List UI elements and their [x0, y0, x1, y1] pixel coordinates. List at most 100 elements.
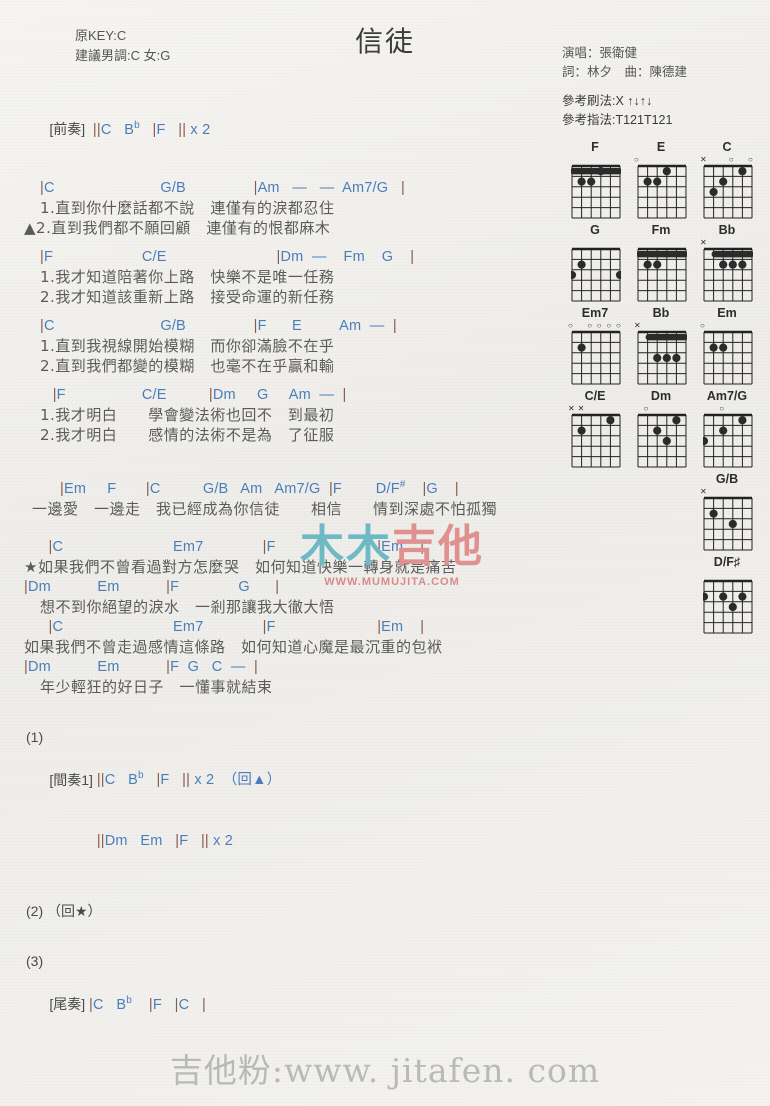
chord-open-mute-marks: ○	[696, 404, 758, 413]
verse1-lyric-a2: ▲2.直到我們都不願回顧 連僅有的恨都麻木	[24, 218, 331, 237]
chord-diagram-row: D/F♯	[564, 555, 764, 634]
open-string-icon: ○	[634, 155, 639, 164]
chord-diagram-label: Bb	[718, 223, 736, 237]
chord-fretboard-grid	[637, 330, 687, 385]
diagram-spacer	[564, 555, 626, 631]
muted-string-icon: ✕	[568, 404, 575, 413]
open-string-icon: ○	[587, 321, 593, 330]
chord-fretboard-grid	[571, 164, 621, 219]
chord-diagram-G-B: G/B ✕	[696, 472, 758, 551]
chord-diagram-label: Bb	[652, 306, 670, 320]
chorus-lyric-c: 如果我們不曾走過感情這條路 如何知道心魔是最沉重的包袱	[24, 637, 443, 656]
chord-diagram-Bb: Bb ✕	[696, 223, 758, 302]
play-technique-block: 參考刷法:X ↑↓↑↓ 參考指法:T121T121	[562, 92, 752, 130]
chord-diagram-Fm: Fm	[630, 223, 692, 302]
interlude-chords-1: ||C Bb |F || x 2 （回▲）	[96, 770, 282, 789]
outro-label: [尾奏]	[49, 996, 86, 1013]
open-string-icon: ○	[616, 321, 621, 330]
chord-diagram-row: G Fm Bb ✕	[564, 223, 764, 302]
chord-fretboard-grid	[703, 164, 753, 219]
chord-diagram-label: Em7	[581, 306, 609, 320]
chorus-chords-c: |C Em7 |F |Em |	[48, 618, 425, 635]
diagram-spacer	[630, 472, 692, 548]
open-string-icon: ○	[700, 321, 705, 330]
muted-string-icon: ✕	[700, 487, 707, 496]
chord-diagram-label: E	[656, 140, 666, 154]
repeat-marker-2: (2) （回★）	[26, 903, 102, 920]
open-string-icon: ○	[643, 404, 649, 413]
open-string-icon: ○	[606, 321, 612, 330]
chord-diagram-label: Fm	[651, 223, 671, 237]
chorus-chords-a: |C Em7 |F |Em |	[48, 538, 425, 555]
chord-diagram-row: Em7 ○ ○ ○ ○ ○ Bb ✕ Em ○	[564, 306, 764, 385]
chord-open-mute-marks: ○	[696, 321, 758, 330]
diagram-spacer	[564, 472, 626, 548]
interlude-line-1: [間奏1] ||C Bb |F || x 2 （回▲）	[0, 747, 575, 811]
open-string-icon: ○	[719, 404, 725, 413]
chord-open-mute-marks	[564, 155, 626, 164]
open-string-icon: ○	[728, 155, 734, 164]
singer-credit: 演唱：張衛健	[562, 46, 638, 60]
muted-string-icon: ✕	[700, 155, 707, 164]
open-string-icon: ○	[748, 155, 753, 164]
chord-fretboard-grid	[571, 330, 621, 385]
chord-sheet: 原KEY:C 建議男調:C 女:G 信徒 演唱：張衛健 詞：林夕 曲：陳德建 參…	[0, 0, 770, 1106]
bottom-watermark: 吉他粉:www. jitafen. com	[169, 1051, 601, 1090]
verse1-lyric-b2: 2.我才知道該重新上路 接受命運的新任務	[40, 287, 335, 306]
intro-label: [前奏]	[49, 120, 86, 137]
verse1-lyric-d1: 1.我才明白 學會變法術也回不 到最初	[40, 405, 335, 424]
chord-diagram-label: C/E	[584, 389, 606, 403]
chord-open-mute-marks: ○	[630, 404, 692, 413]
chord-open-mute-marks	[564, 238, 626, 247]
strumming-pattern: 參考刷法:X ↑↓↑↓	[562, 94, 653, 108]
chord-diagram-C: C ✕ ○ ○	[696, 140, 758, 219]
verse1-chords-a: |C G/B |Am — — Am7/G |	[40, 179, 405, 196]
fingering-pattern: 參考指法:T121T121	[562, 113, 673, 127]
repeat-marker-1: (1)	[26, 728, 44, 745]
chorus-lyric-d: 年少輕狂的好日子 一懂事就結束	[40, 677, 273, 696]
credits-block: 演唱：張衛健 詞：林夕 曲：陳德建	[562, 44, 752, 82]
chord-open-mute-marks: ○	[630, 155, 692, 164]
chord-fretboard-grid	[703, 579, 753, 634]
chord-diagram-G: G	[564, 223, 626, 302]
chord-diagram-C-E: C/E ✕ ✕	[564, 389, 626, 468]
verse1-chords-c: |C G/B |F E Am — |	[40, 317, 397, 334]
verse1-lyric-a1: 1.直到你什麼話都不說 連僅有的淚都忍住	[40, 198, 335, 217]
chord-fretboard-grid	[703, 247, 753, 302]
chord-fretboard-grid	[637, 164, 687, 219]
intro-line: [前奏] ||C Bb |F || x 2	[0, 96, 575, 160]
chord-diagram-Em7: Em7 ○ ○ ○ ○ ○	[564, 306, 626, 385]
intro-chords: ||C Bb |F || x 2	[92, 120, 211, 138]
outro-line: [尾奏] |C Bb |F |C |	[0, 971, 575, 1035]
verse1-lyric-c1: 1.直到我視線開始模糊 而你卻滿臉不在乎	[40, 336, 335, 355]
chord-fretboard-grid	[571, 413, 621, 468]
chord-open-mute-marks: ✕	[630, 321, 692, 330]
chord-diagram-D-F-: D/F♯	[696, 555, 758, 634]
muted-string-icon: ✕	[577, 404, 585, 413]
chord-fretboard-grid	[703, 330, 753, 385]
chord-open-mute-marks	[696, 570, 758, 579]
chord-fretboard-grid	[703, 413, 753, 468]
chord-fretboard-grid	[703, 496, 753, 551]
chorus-lyric-a: ★如果我們不曾看過對方怎麼哭 如何知道快樂一轉身就是痛苦	[24, 557, 457, 576]
chord-diagram-label: C	[722, 140, 732, 154]
chord-fretboard-grid	[571, 247, 621, 302]
song-body: [前奏] ||C Bb |F || x 2 |C G/B |Am — — Am7…	[0, 96, 575, 1035]
verse1-lyric-b1: 1.我才知道陪著你上路 快樂不是唯一任務	[40, 267, 335, 286]
chorus-lyric-b: 想不到你絕望的淚水 一剎那讓我大徹大悟	[40, 597, 335, 616]
chord-diagram-Am7-G: Am7/G ○	[696, 389, 758, 468]
chord-diagram-Em: Em ○	[696, 306, 758, 385]
chorus-chords-b: |Dm Em |F G |	[24, 578, 280, 595]
chord-diagram-label: F	[591, 140, 599, 154]
chord-open-mute-marks: ○ ○ ○ ○ ○	[564, 321, 626, 330]
interlude-label: [間奏1]	[49, 771, 93, 788]
repeat-marker-3: (3)	[26, 953, 44, 970]
chord-diagram-row: C/E ✕ ✕ Dm ○ Am7/G ○	[564, 389, 764, 468]
diagram-spacer	[630, 555, 692, 631]
chord-open-mute-marks: ✕ ○ ○	[696, 155, 758, 164]
chord-diagram-label: Dm	[650, 389, 672, 403]
chord-diagram-label: D/F♯	[713, 555, 741, 569]
chord-fretboard-grid	[637, 247, 687, 302]
chord-diagram-label: G/B	[715, 472, 739, 486]
verse1-lyric-c2: 2.直到我們都變的模糊 也毫不在乎贏和輸	[40, 356, 335, 375]
